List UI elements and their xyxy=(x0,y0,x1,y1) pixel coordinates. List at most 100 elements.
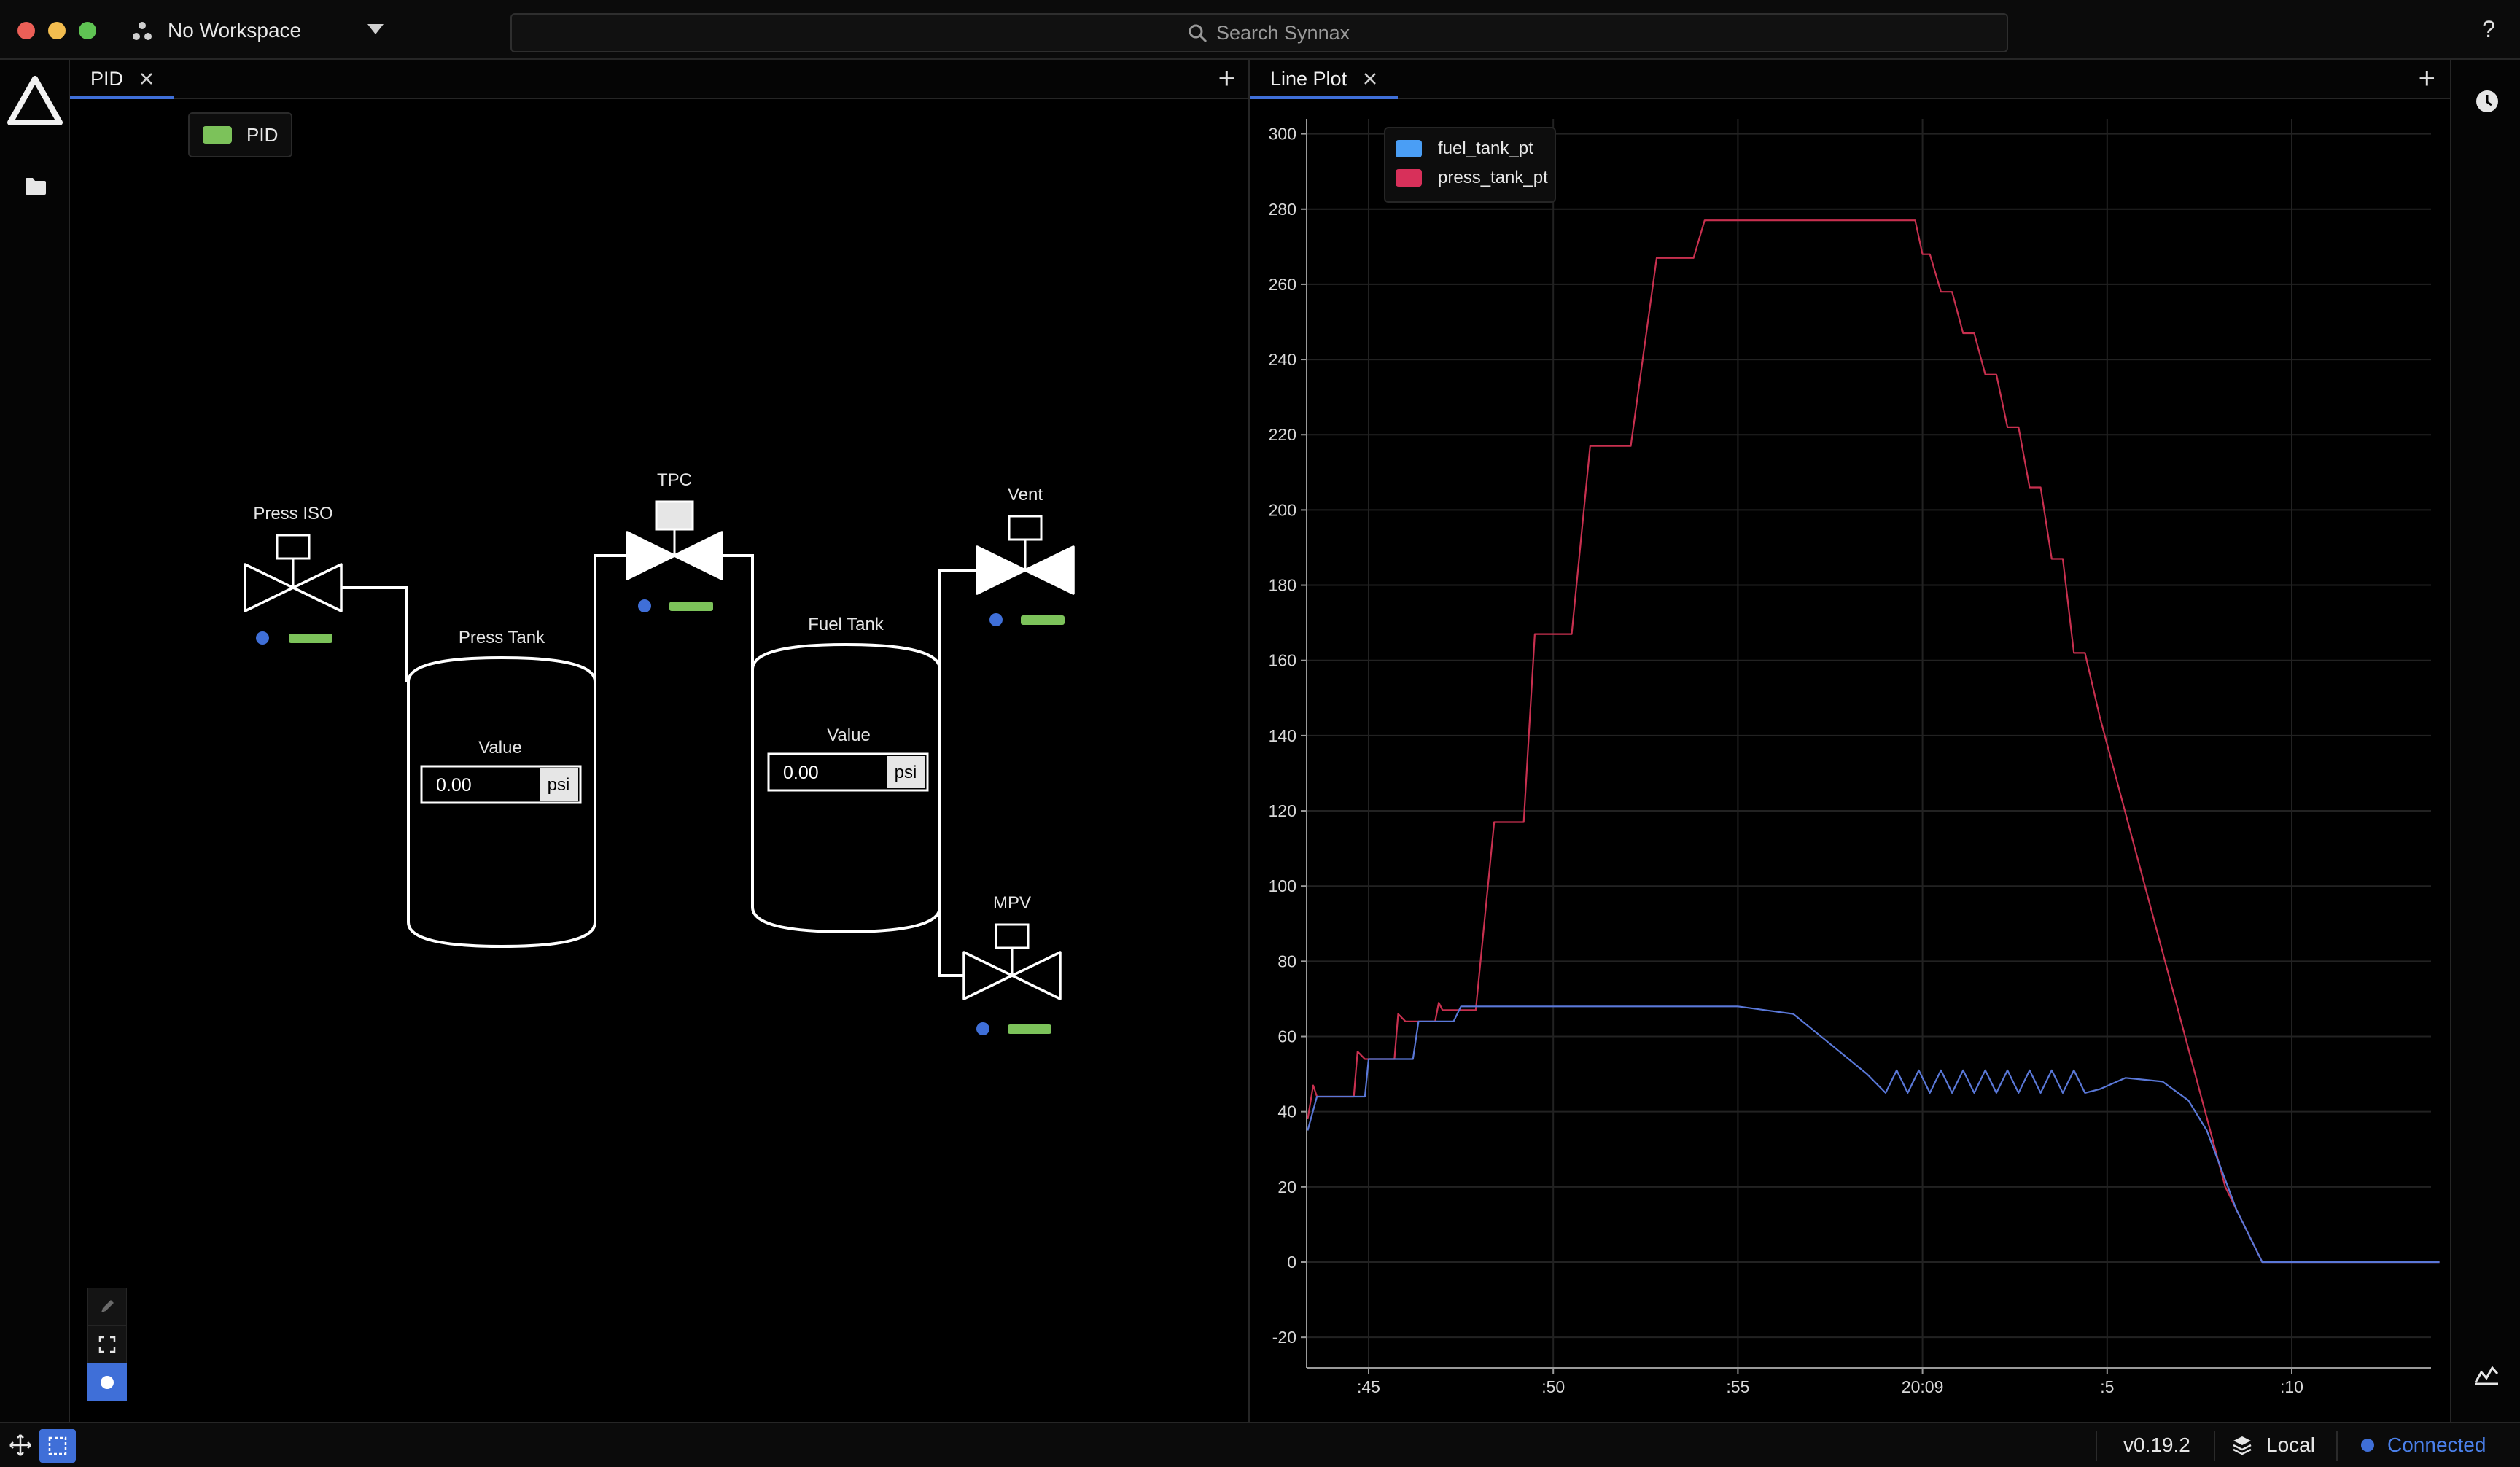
valve-label: Press ISO xyxy=(253,504,332,524)
pipe-press-iso-to-press-tank xyxy=(341,586,408,682)
x-tick-label: 20:09 xyxy=(1902,1377,1944,1396)
value-readout: 0.00 xyxy=(436,775,472,795)
tab-line-plot[interactable]: Line Plot xyxy=(1250,60,1399,99)
tank-label: Press Tank xyxy=(459,628,545,647)
status-bar: v0.19.2 Local Connected xyxy=(0,1422,2520,1467)
layers-icon xyxy=(2233,1436,2252,1455)
connection-text: Connected xyxy=(2387,1433,2486,1456)
status-bar xyxy=(289,634,332,643)
add-tab-button[interactable]: + xyxy=(1218,61,1235,96)
tank-press[interactable]: Press Tank Value 0.00 psi xyxy=(407,628,596,949)
schematic-toolbar xyxy=(88,1288,127,1401)
search-icon xyxy=(1189,24,1208,43)
left-tab-bar: PID + xyxy=(70,60,1248,99)
tank-fuel[interactable]: Fuel Tank Value 0.00 psi xyxy=(751,615,941,934)
schematic-canvas[interactable]: Press ISO TPC Vent MPV Press Tank Value … xyxy=(70,99,1248,1422)
range-icon[interactable] xyxy=(2473,1363,2500,1385)
synnax-logo xyxy=(7,76,63,125)
status-bar xyxy=(669,602,713,611)
legend-label: press_tank_pt xyxy=(1438,168,1548,187)
divider xyxy=(2096,1431,2097,1461)
search-input[interactable]: Search Synnax xyxy=(510,13,2008,52)
add-tab-button[interactable]: + xyxy=(2419,61,2435,96)
active-tab-indicator xyxy=(1250,96,1399,99)
legend-swatch xyxy=(1396,140,1422,157)
y-tick-label: 140 xyxy=(1269,726,1296,745)
y-tick-label: -20 xyxy=(1272,1328,1296,1347)
workspace-selector[interactable]: No Workspace xyxy=(168,19,301,42)
y-tick-label: 160 xyxy=(1269,651,1296,670)
y-tick-label: 80 xyxy=(1278,952,1296,970)
legend-swatch xyxy=(203,126,232,144)
series-line-press-tank-pt xyxy=(1307,219,2440,1264)
connection-status[interactable]: Connected xyxy=(2361,1423,2486,1467)
divider xyxy=(2214,1431,2215,1461)
divider xyxy=(2336,1431,2338,1461)
y-tick-label: 200 xyxy=(1269,500,1296,519)
valve-tpc[interactable]: TPC xyxy=(626,470,723,612)
tab-pid[interactable]: PID xyxy=(70,60,175,99)
y-tick-label: 180 xyxy=(1269,576,1296,595)
right-navigation xyxy=(2450,60,2520,1422)
close-icon[interactable] xyxy=(139,71,154,86)
version-label: v0.19.2 xyxy=(2123,1423,2190,1467)
x-tick-label: :50 xyxy=(1541,1377,1565,1396)
pipe-press-tank-to-tpc xyxy=(594,554,627,682)
valve-label: TPC xyxy=(657,470,692,490)
plot-legend[interactable]: fuel_tank_pt press_tank_pt xyxy=(1384,127,1556,203)
legend-item-fuel-tank-pt[interactable]: fuel_tank_pt xyxy=(1396,139,1533,159)
left-navigation xyxy=(0,60,70,1422)
pid-legend-overlay[interactable]: PID xyxy=(188,112,293,157)
unit-label: psi xyxy=(548,775,570,795)
search-placeholder: Search Synnax xyxy=(1216,22,1350,44)
zoom-window-button[interactable] xyxy=(79,22,96,39)
x-tick-label: :55 xyxy=(1726,1377,1749,1396)
value-label: Value xyxy=(827,725,871,745)
x-tick-label: :45 xyxy=(1357,1377,1380,1396)
pipe-fuel-tank-to-vent xyxy=(938,569,977,669)
chevron-down-icon[interactable] xyxy=(368,24,384,34)
title-bar: No Workspace Search Synnax ? xyxy=(0,0,2520,60)
status-dot xyxy=(976,1022,989,1035)
valve-label: Vent xyxy=(1008,485,1043,505)
select-tool-button[interactable] xyxy=(39,1429,76,1463)
clock-icon[interactable] xyxy=(2475,89,2500,114)
status-dot xyxy=(2361,1439,2374,1452)
valve-mpv[interactable]: MPV xyxy=(962,893,1062,1035)
pipe-tpc-to-fuel-tank xyxy=(722,554,754,669)
y-tick-label: 120 xyxy=(1269,801,1296,820)
close-window-button[interactable] xyxy=(18,22,35,39)
line-plot[interactable]: 3002802602402202001801601401201008060402… xyxy=(1250,101,2450,1422)
y-tick-label: 0 xyxy=(1287,1253,1296,1272)
valve-label: MPV xyxy=(993,893,1031,913)
y-axis-ticks: 3002802602402202001801601401201008060402… xyxy=(1269,125,1307,1347)
pan-icon[interactable] xyxy=(9,1433,32,1457)
edit-button[interactable] xyxy=(88,1288,127,1326)
circle-icon xyxy=(101,1376,114,1389)
control-mode-button[interactable] xyxy=(88,1363,127,1401)
minimize-window-button[interactable] xyxy=(48,22,66,39)
close-icon[interactable] xyxy=(1363,71,1377,86)
legend-item-press-tank-pt[interactable]: press_tank_pt xyxy=(1396,168,1548,188)
help-button[interactable]: ? xyxy=(2482,16,2495,43)
y-tick-label: 40 xyxy=(1278,1102,1296,1121)
value-label: Value xyxy=(478,738,522,758)
legend-label: fuel_tank_pt xyxy=(1438,139,1533,158)
fullscreen-icon xyxy=(98,1336,116,1353)
plot-series xyxy=(1307,219,2440,1264)
folder-icon[interactable] xyxy=(25,176,47,195)
x-axis-ticks: :45:50:55 20:09:5:10 xyxy=(1357,1368,2303,1396)
fit-view-button[interactable] xyxy=(88,1326,127,1363)
pencil-icon xyxy=(101,1300,114,1312)
cluster-selector[interactable]: Local xyxy=(2231,1423,2315,1467)
valve-vent[interactable]: Vent xyxy=(976,485,1075,626)
pipe-fuel-tank-to-mpv xyxy=(938,891,964,977)
tank-label: Fuel Tank xyxy=(808,615,884,634)
plot-grid xyxy=(1307,119,2431,1368)
legend-swatch xyxy=(1396,169,1422,187)
cluster-name: Local xyxy=(2266,1433,2315,1456)
value-readout: 0.00 xyxy=(783,763,819,783)
legend-label: PID xyxy=(246,123,279,146)
valve-press-iso[interactable]: Press ISO xyxy=(244,504,343,645)
y-tick-label: 60 xyxy=(1278,1027,1296,1046)
